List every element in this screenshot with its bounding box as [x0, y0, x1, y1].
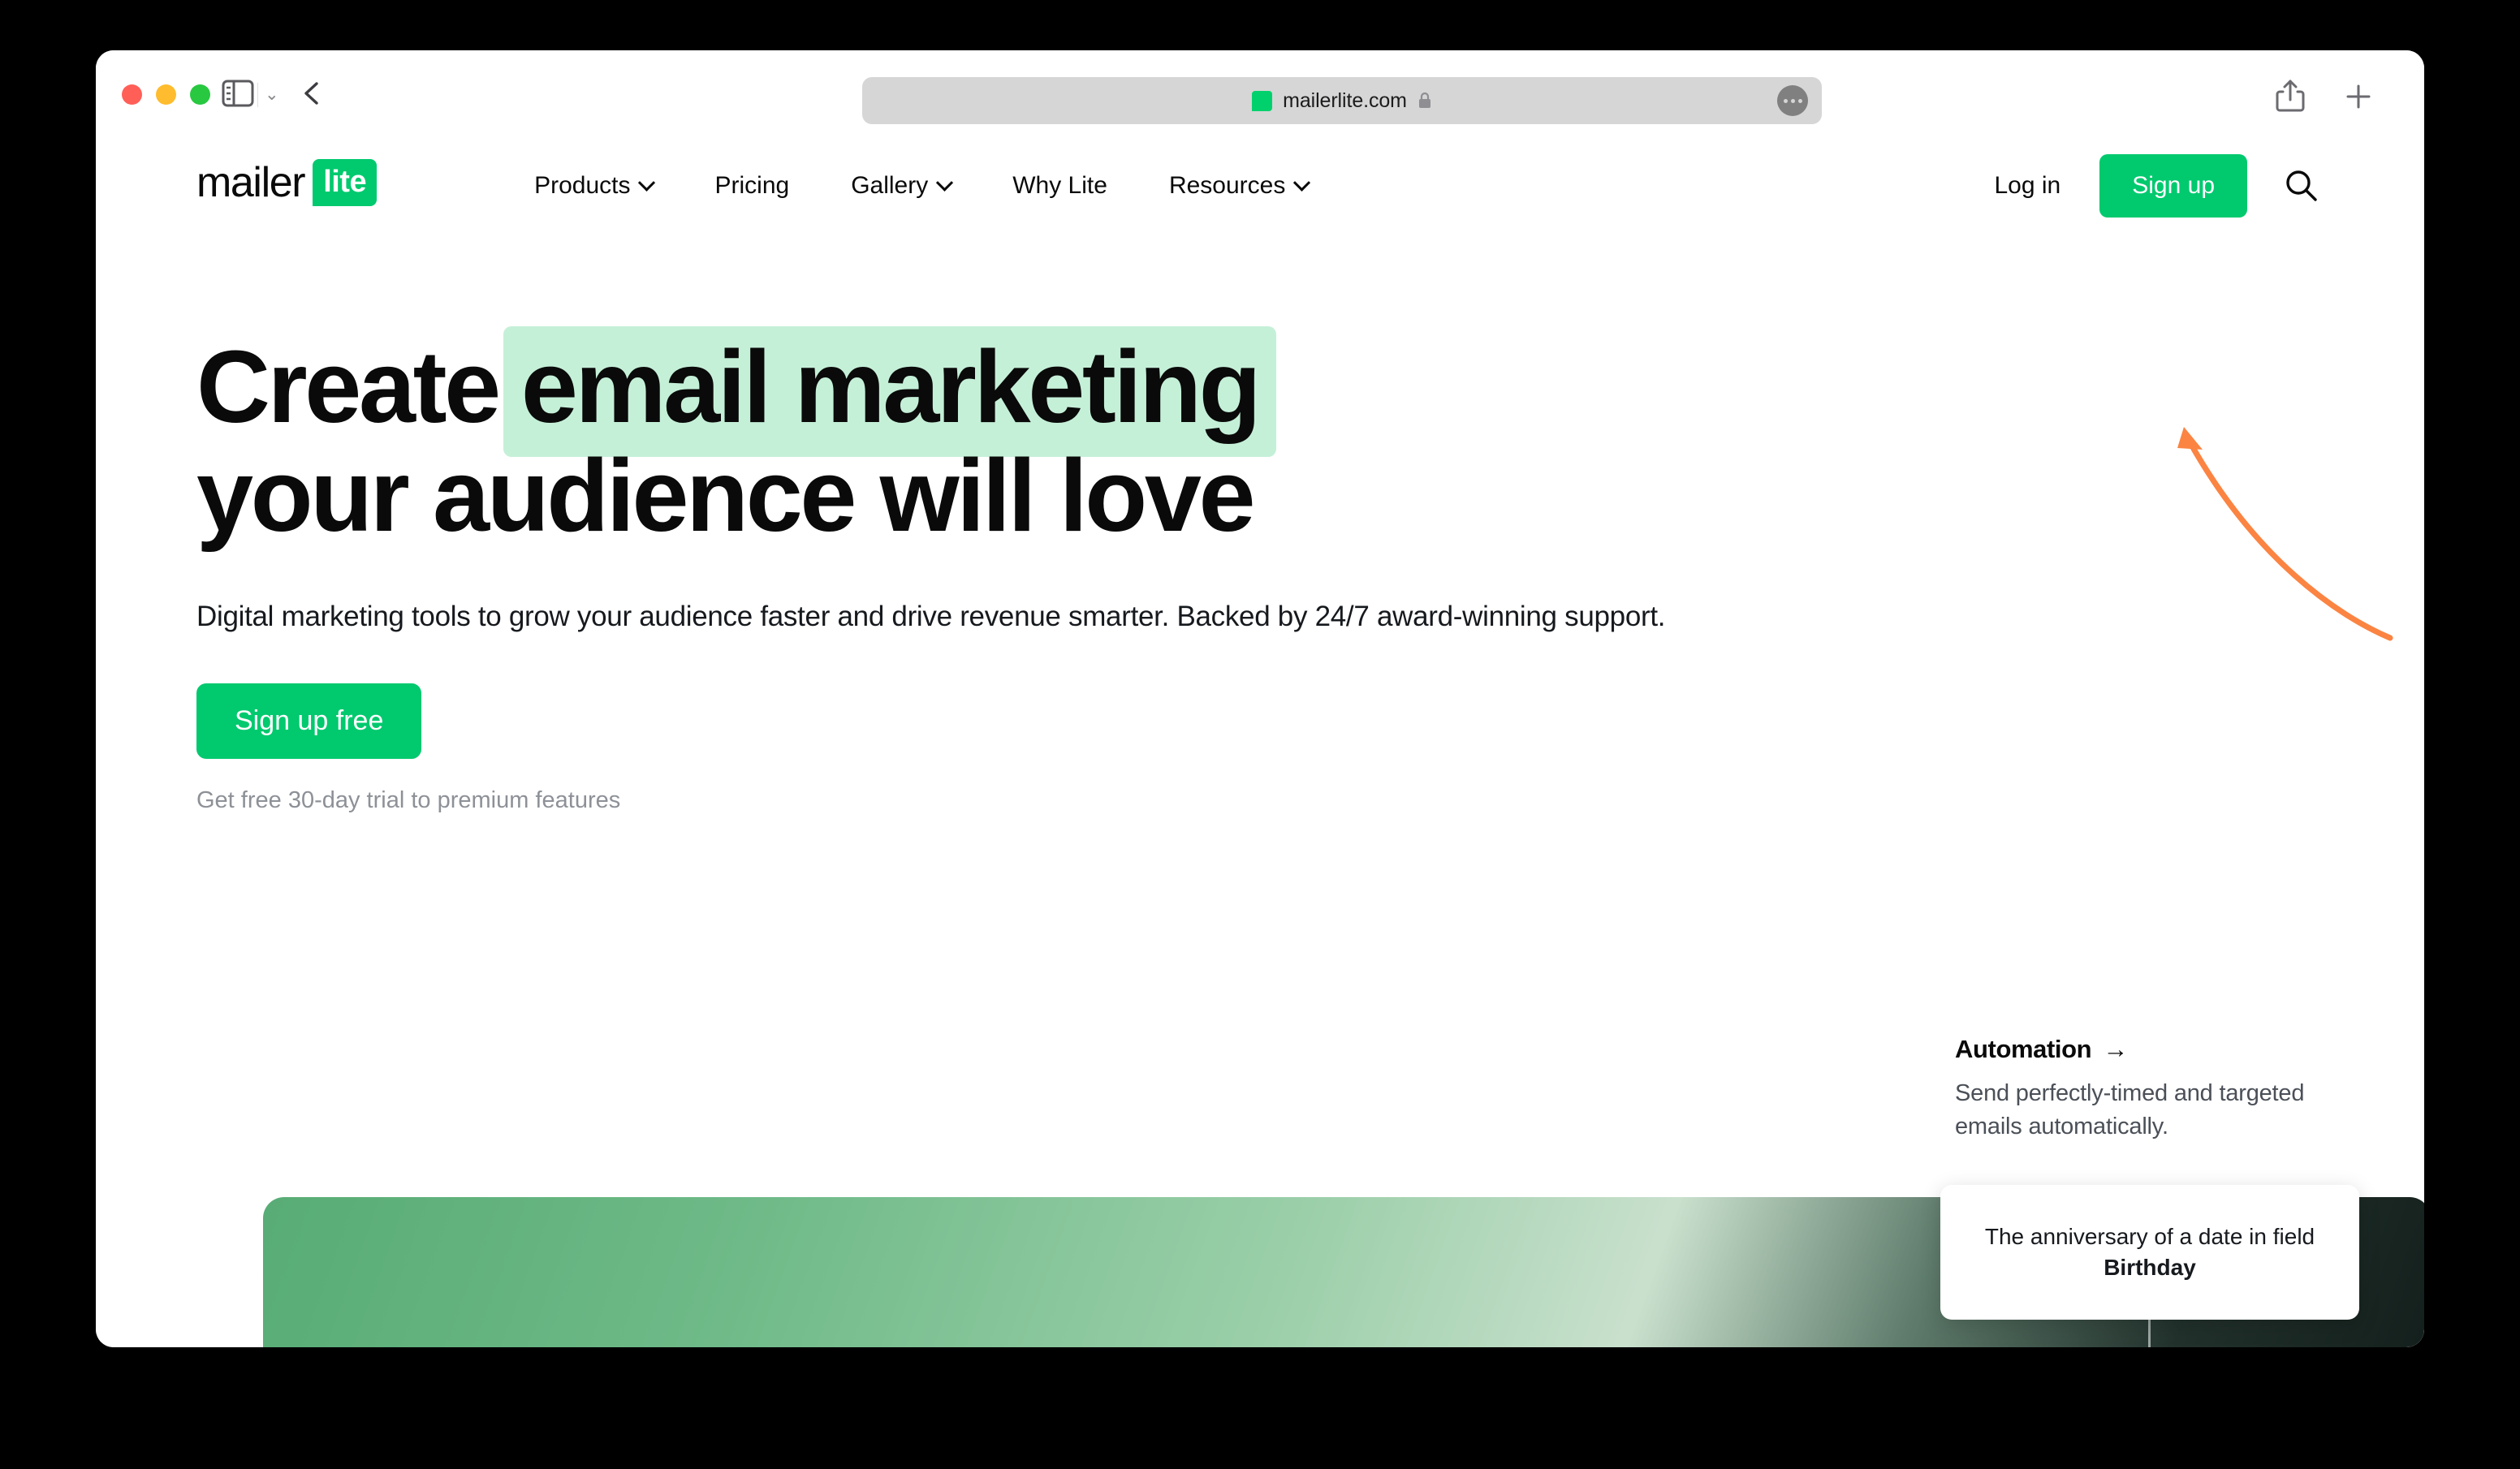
chevron-down-icon [936, 174, 954, 192]
plus-icon[interactable] [2343, 81, 2374, 112]
zoom-window-button[interactable] [190, 84, 210, 105]
dot [1790, 98, 1795, 103]
page-viewport: mailer lite Products Pricing Gallery Why… [96, 130, 2424, 1347]
page-title: Create email marketing your audience will… [196, 326, 1739, 549]
nav-item-label: Resources [1168, 172, 1286, 199]
anniversary-tooltip-card: The anniversary of a date in field Birth… [1940, 1185, 2359, 1320]
mailerlite-green-bubble-icon [1252, 90, 1273, 111]
nav-item-gallery[interactable]: Gallery [820, 172, 982, 200]
heading-part-1: Create [196, 330, 501, 444]
signup-free-button[interactable]: Sign up free [196, 683, 422, 759]
nav-item-pricing[interactable]: Pricing [684, 172, 820, 200]
ellipsis-icon[interactable] [1777, 85, 1808, 116]
toolbar-divider [257, 83, 258, 107]
nav-item-label: Gallery [851, 172, 929, 199]
primary-nav-links: Products Pricing Gallery Why Lite Resour… [503, 172, 1339, 200]
mailerlite-logo[interactable]: mailer lite [196, 158, 378, 211]
brand-wordmark: mailer [196, 158, 306, 206]
anniversary-text-before: The anniversary of a date in field [1984, 1224, 2315, 1250]
nav-item-label: Pricing [714, 172, 790, 199]
dot [1783, 98, 1788, 103]
close-window-button[interactable] [122, 84, 142, 105]
sidebar-toggle-icon[interactable] [222, 80, 254, 107]
chevron-down-icon[interactable]: ⌄ [265, 86, 279, 103]
tooltip-connector-line [2148, 1320, 2151, 1347]
arrow-right-icon: → [2103, 1035, 2128, 1063]
nav-item-products[interactable]: Products [503, 172, 684, 200]
site-navigation: mailer lite Products Pricing Gallery Why… [96, 130, 2424, 242]
chevron-down-icon [1293, 174, 1311, 192]
nav-item-label: Why Lite [1012, 172, 1107, 199]
nav-actions: Log in Sign up [1995, 154, 2321, 218]
hero-subtitle: Digital marketing tools to grow your aud… [196, 601, 1666, 633]
nav-item-why-lite[interactable]: Why Lite [982, 172, 1138, 200]
feature-title-label: Automation [1955, 1035, 2092, 1063]
signup-button[interactable]: Sign up [2099, 154, 2247, 218]
hero-section: Create email marketing your audience will… [96, 326, 2424, 814]
safari-browser-window: ⌄ mailerlite.com mailer lite Products Pr… [96, 50, 2424, 1347]
anniversary-text: The anniversary of a date in field Birth… [1940, 1221, 2359, 1282]
login-link[interactable]: Log in [1995, 172, 2100, 200]
lock-icon [1418, 92, 1430, 108]
feature-title: Automation → [1955, 1035, 2361, 1064]
window-controls [122, 84, 210, 105]
url-text: mailerlite.com [1283, 88, 1407, 112]
search-icon[interactable] [2283, 167, 2320, 205]
brand-lite-badge: lite [313, 158, 378, 206]
address-bar[interactable]: mailerlite.com [862, 77, 1822, 124]
desktop-backdrop: ⌄ mailerlite.com mailer lite Products Pr… [0, 0, 2520, 1469]
chevron-left-icon[interactable] [299, 80, 326, 107]
feature-description: Send perfectly-timed and targeted emails… [1955, 1080, 2305, 1139]
minimize-window-button[interactable] [156, 84, 176, 105]
feature-automation[interactable]: Automation → Send perfectly-timed and ta… [1955, 1035, 2361, 1143]
trial-note: Get free 30-day trial to premium feature… [196, 786, 621, 813]
share-icon[interactable] [2274, 78, 2306, 114]
safari-toolbar: ⌄ mailerlite.com [96, 50, 2424, 130]
dot [1797, 98, 1802, 103]
chevron-down-icon [638, 174, 656, 192]
anniversary-field-name: Birthday [2104, 1255, 2196, 1280]
heading-part-2: your audience will love [196, 437, 1256, 553]
nav-item-label: Products [534, 172, 631, 199]
nav-item-resources[interactable]: Resources [1138, 172, 1339, 200]
